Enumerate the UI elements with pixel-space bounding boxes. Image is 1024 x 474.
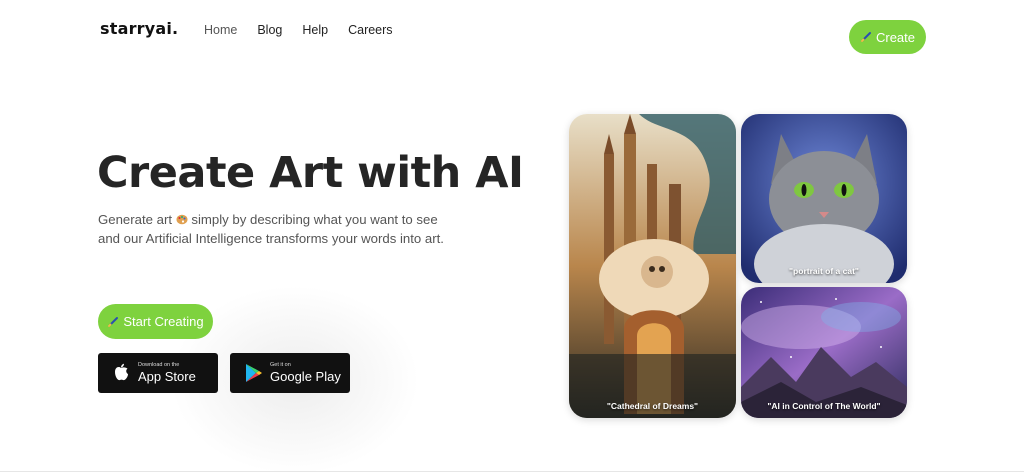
app-store-label: App Store (138, 369, 196, 385)
nav-link-blog[interactable]: Blog (257, 23, 282, 37)
app-store-button[interactable]: Download on the App Store (98, 353, 218, 393)
start-creating-button[interactable]: Start Creating (98, 304, 213, 339)
hero-subtitle-line2: and our Artificial Intelligence transfor… (98, 231, 444, 246)
top-navigation: starryai. Home Blog Help Careers Create (0, 0, 1024, 70)
cathedral-artwork (569, 114, 736, 418)
palette-icon (176, 214, 188, 225)
hero-title: Create Art with AI (97, 148, 524, 198)
space-artwork (741, 287, 907, 418)
main-nav: Home Blog Help Careers (204, 23, 393, 37)
gallery-card-cathedral[interactable]: "Cathedral of Dreams" (569, 114, 736, 418)
nav-link-careers[interactable]: Careers (348, 23, 392, 37)
pencil-icon (860, 32, 871, 42)
gallery-card-space[interactable]: "AI in Control of The World" (741, 287, 907, 418)
start-creating-label: Start Creating (123, 314, 204, 329)
apple-icon (115, 363, 128, 381)
nav-link-help[interactable]: Help (302, 23, 328, 37)
gallery-caption-space: "AI in Control of The World" (767, 401, 881, 411)
gallery-caption-cat: "portrait of a cat" (789, 266, 859, 276)
app-store-small-text: Download on the (138, 361, 180, 368)
gallery-caption-cathedral: "Cathedral of Dreams" (606, 401, 699, 411)
logo[interactable]: starryai. (100, 19, 178, 38)
cat-artwork (741, 114, 907, 283)
google-play-label: Google Play (270, 369, 341, 385)
create-button-label: Create (875, 29, 916, 45)
gallery-card-cat[interactable]: "portrait of a cat" (741, 114, 907, 283)
google-play-text: Get it on Google Play (270, 361, 341, 385)
hero-subtitle-part1: Generate art (98, 212, 173, 227)
app-store-text: Download on the App Store (138, 361, 196, 385)
divider (0, 471, 1024, 472)
create-button[interactable]: Create (849, 20, 926, 54)
nav-link-home[interactable]: Home (204, 23, 237, 37)
google-play-button[interactable]: Get it on Google Play (230, 353, 350, 393)
google-play-small-text: Get it on (270, 361, 291, 368)
pencil-icon (108, 316, 119, 327)
google-play-icon (246, 364, 262, 382)
hero-subtitle: Generate art simply by describing what y… (98, 210, 498, 248)
hero-subtitle-part2: simply by describing what you want to se… (191, 212, 438, 227)
